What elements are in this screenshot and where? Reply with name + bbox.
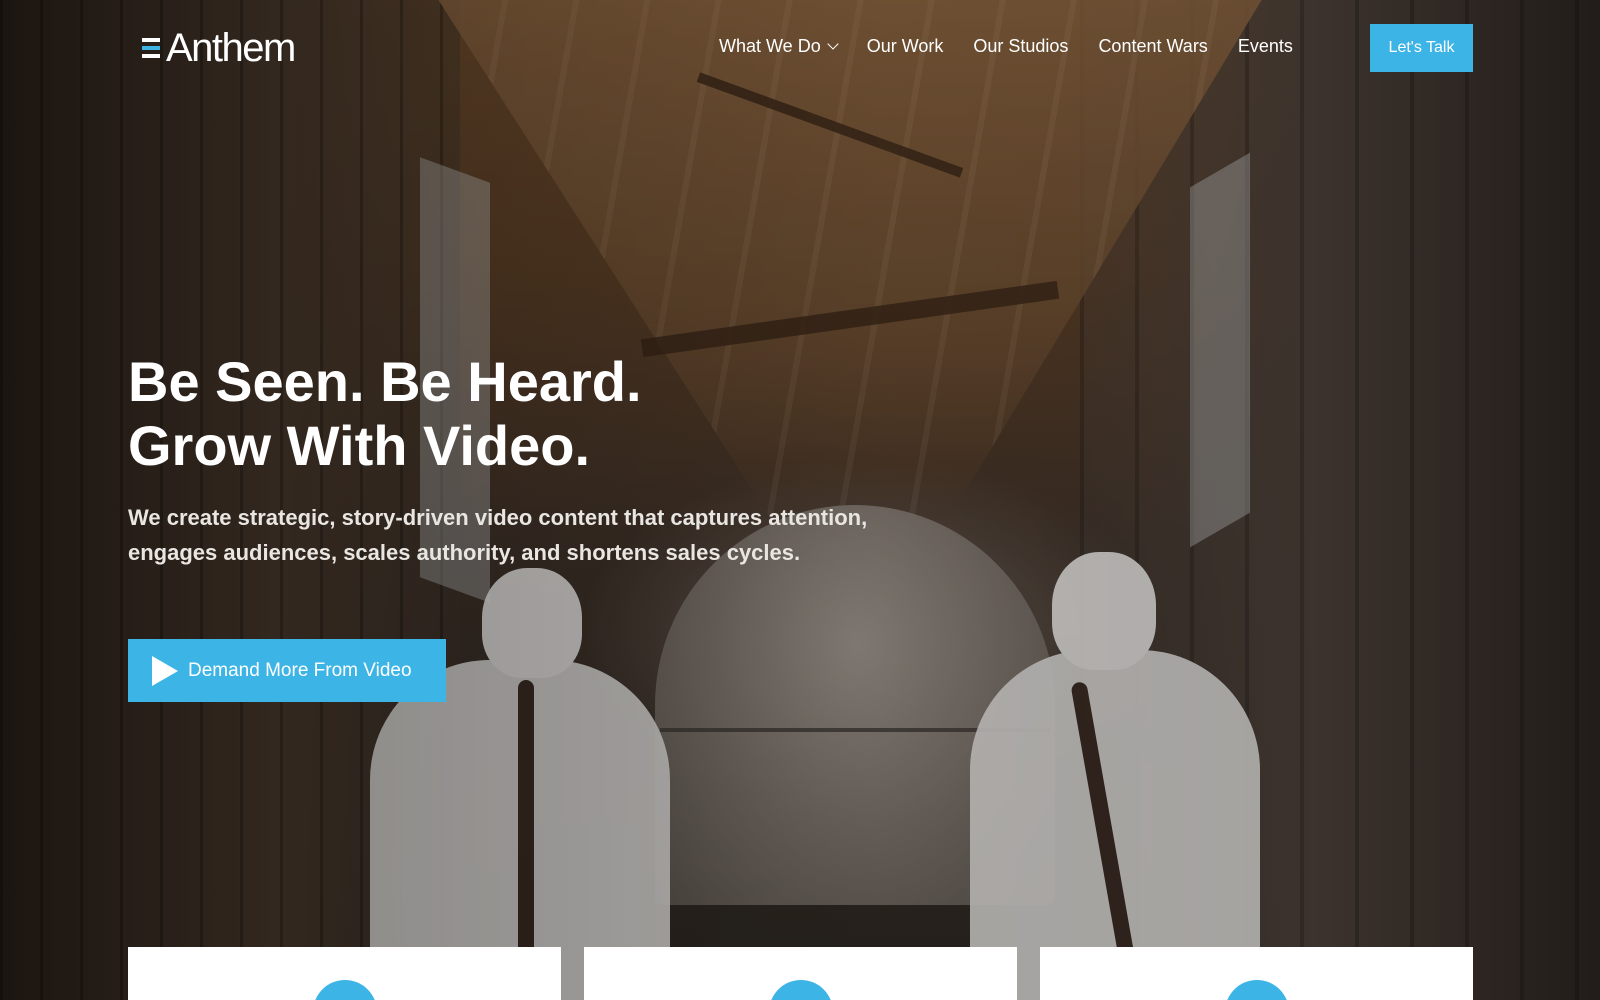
logo-text: Anthem	[166, 26, 296, 70]
chevron-down-icon	[827, 38, 839, 50]
nav-item-label: What We Do	[719, 36, 821, 56]
feature-card[interactable]	[584, 947, 1017, 1000]
nav-item-label: Our Studios	[973, 36, 1069, 56]
nav-item-our-work[interactable]: Our Work	[867, 36, 944, 57]
lets-talk-button[interactable]: Let's Talk	[1370, 24, 1473, 72]
site-header: Anthem What We Do Our Work Our Studios C…	[0, 0, 1600, 96]
logo[interactable]: Anthem	[142, 26, 296, 70]
play-icon	[152, 655, 178, 686]
feature-card[interactable]	[1040, 947, 1473, 1000]
nav-item-what-we-do[interactable]: What We Do	[719, 36, 839, 57]
hero-headline-line2: Grow With Video.	[128, 414, 591, 477]
nav-item-label: Our Work	[866, 36, 944, 56]
nav-item-our-studios[interactable]: Our Studios	[973, 36, 1068, 57]
nav-item-events[interactable]: Events	[1238, 36, 1293, 57]
nav-item-content-wars[interactable]: Content Wars	[1098, 36, 1207, 57]
demand-more-label: Demand More From Video	[188, 659, 412, 681]
main-nav: What We Do Our Work Our Studios Content …	[719, 36, 1293, 57]
hero-headline-line1: Be Seen. Be Heard.	[128, 350, 642, 413]
nav-item-label: Events	[1237, 36, 1293, 56]
nav-item-label: Content Wars	[1098, 36, 1208, 56]
feature-card[interactable]	[128, 947, 561, 1000]
hero-headline: Be Seen. Be Heard. Grow With Video.	[128, 350, 888, 478]
menu-bars-icon	[142, 38, 160, 58]
hero-subtext: We create strategic, story-driven video …	[128, 505, 868, 565]
feature-icon	[768, 980, 833, 1000]
demand-more-button[interactable]: Demand More From Video	[128, 639, 446, 702]
feature-icon	[312, 980, 377, 1000]
feature-icon	[1224, 980, 1289, 1000]
